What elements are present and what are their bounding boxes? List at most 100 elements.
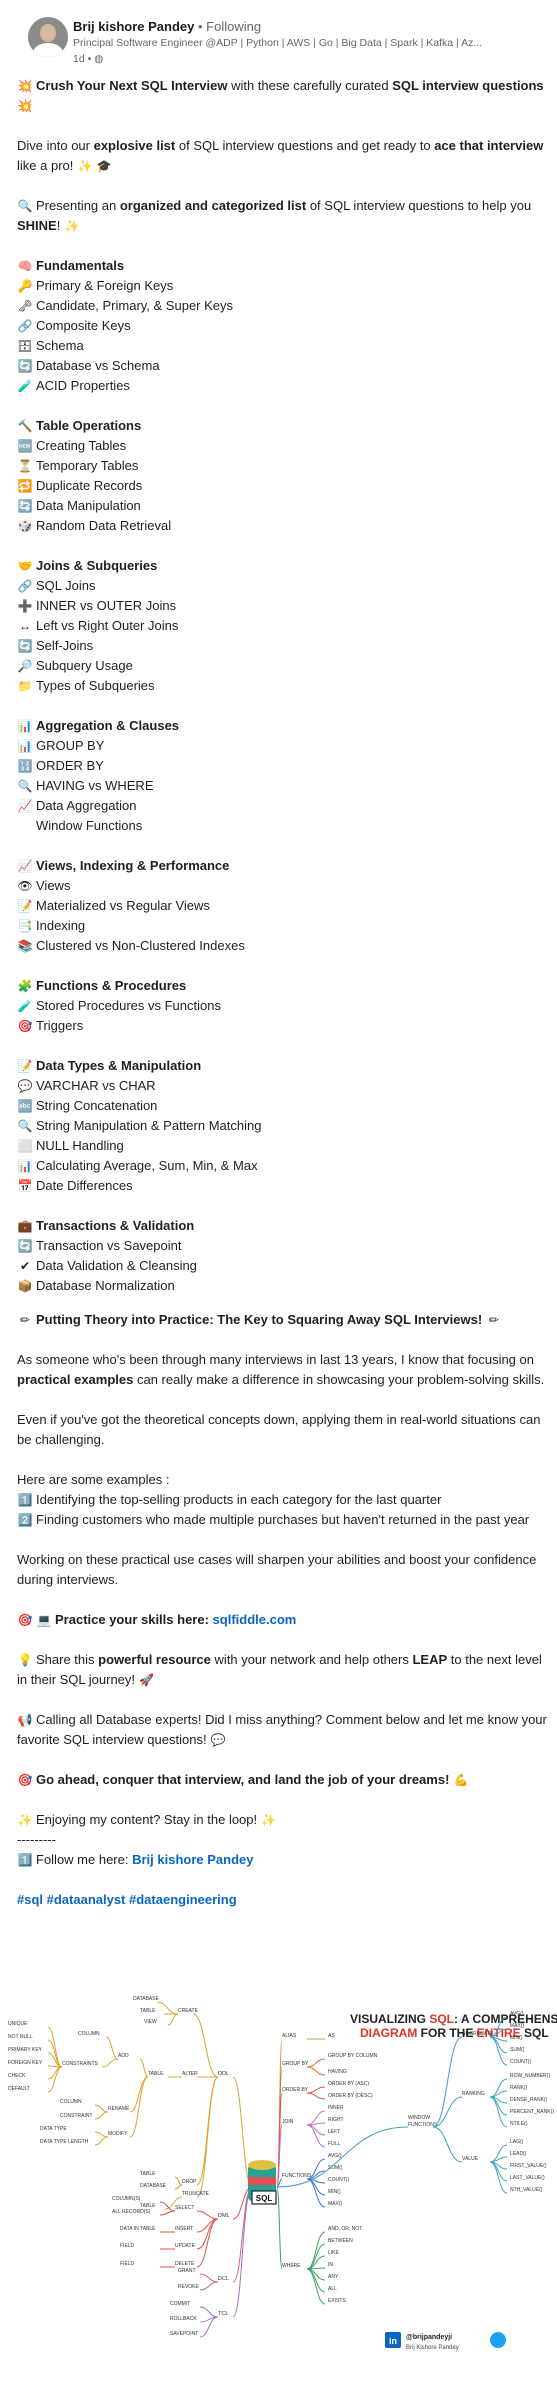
node-right-child: INNER — [328, 2105, 344, 2111]
branch-line — [156, 2001, 179, 2015]
node-drop-child: DATABASE — [140, 2183, 167, 2189]
section-item: 🧪 Stored Procedures vs Functions — [17, 996, 547, 1016]
node-right: GROUP BY — [282, 2061, 309, 2067]
node-dml-child: FIELD — [120, 2243, 135, 2249]
node-right-child: LEFT — [328, 2129, 340, 2135]
node-constraint-type: NOT NULL — [8, 2034, 33, 2040]
node-constraint-type: CHECK — [8, 2073, 26, 2079]
item-icon: 🧪 — [17, 379, 33, 393]
item-icon: 🔤 — [17, 1099, 33, 1113]
author-name[interactable]: Brij kishore Pandey • Following — [73, 19, 261, 34]
keycap-one-icon: 1️⃣ — [17, 1853, 33, 1867]
section-item: 📑 Indexing — [17, 916, 547, 936]
node-select-child: COLUMN(S) — [112, 2196, 141, 2202]
node-add: ADD — [118, 2053, 129, 2059]
explosion-icon: 💥 — [17, 79, 33, 93]
hashtags[interactable]: #sql #dataanalyst #dataengineering — [17, 1890, 547, 1910]
item-icon: 📊 — [17, 739, 33, 753]
section-icon: 📊 — [17, 719, 33, 733]
branch-line — [306, 2086, 326, 2094]
author-profile-link[interactable]: Brij kishore Pandey — [132, 1852, 253, 1867]
branch-line — [105, 2036, 119, 2060]
handle-name: Brij Kishore Pandey — [406, 2345, 459, 2351]
section-item: 📝 Materialized vs Regular Views — [17, 896, 547, 916]
branch-line — [306, 2124, 326, 2148]
section-item: 🔗 SQL Joins — [17, 576, 547, 596]
post-time-text: 1d • — [73, 53, 92, 65]
avatar-body — [33, 43, 63, 57]
item-icon: 📅 — [17, 1179, 33, 1193]
section-item: 📊 GROUP BY — [17, 736, 547, 756]
section-item: ⬜ NULL Handling — [17, 1136, 547, 1156]
section-item: 🔄 Data Manipulation — [17, 496, 547, 516]
item-icon: 🧪 — [17, 999, 33, 1013]
follow-line: 1️⃣ Follow me here: Brij kishore Pandey — [17, 1850, 547, 1870]
section-item: 📦 Database Normalization — [17, 1276, 547, 1296]
intro-present: 🔍 Presenting an organized and categorized… — [17, 196, 547, 236]
section-item: 📅 Date Differences — [17, 1176, 547, 1196]
node-right-child: RIGHT — [328, 2117, 344, 2123]
node-constraint-type: FOREIGN KEY — [8, 2060, 43, 2066]
item-icon: 🔎 — [17, 659, 33, 673]
node-create-child: TABLE — [140, 2008, 156, 2014]
section-icon: 🧩 — [17, 979, 33, 993]
linkedin-icon-text: in — [389, 2336, 397, 2346]
node-window-child: NTH_VALUE() — [510, 2187, 543, 2193]
section-item: 🔍 HAVING vs WHERE — [17, 776, 547, 796]
node-right-child: AS — [328, 2033, 335, 2039]
item-icon: 📁 — [17, 679, 33, 693]
item-icon: 🔄 — [17, 1239, 33, 1253]
node-right-child: HAVING — [328, 2069, 347, 2075]
section-heading: 📝 Data Types & Manipulation — [17, 1056, 547, 1076]
author-headline: Principal Software Engineer @ADP | Pytho… — [73, 37, 483, 49]
section-item: 📁 Types of Subqueries — [17, 676, 547, 696]
intro-dive: Dive into our explosive list of SQL inte… — [17, 136, 547, 176]
node-create: CREATE — [178, 2008, 199, 2014]
node-right: ORDER BY — [282, 2087, 309, 2093]
node-dml-child: DATA IN TABLE — [120, 2226, 156, 2232]
keycap-two-icon: 2️⃣ — [17, 1513, 33, 1527]
branch-line — [167, 2013, 179, 2026]
speech-bubble-icon: 💬 — [210, 1733, 226, 1747]
item-icon: ⬜ — [17, 1139, 33, 1153]
node-window-group: VALUE — [462, 2156, 479, 2162]
practice-heading: ✏ Putting Theory into Practice: The Key t… — [17, 1310, 547, 1330]
item-icon: 🎯 — [17, 1019, 33, 1033]
node-constraint-type: UNIQUE — [8, 2021, 28, 2027]
item-icon: 👁 — [17, 879, 33, 893]
node-dcl-child: REVOKE — [178, 2284, 200, 2290]
enjoy-text: ✨ Enjoying my content? Stay in the loop! … — [17, 1810, 547, 1830]
node-modify-child: DATA TYPE LENGTH — [40, 2139, 89, 2145]
megaphone-icon: 📢 — [17, 1713, 33, 1727]
sqlfiddle-link[interactable]: sqlfiddle.com — [213, 1612, 297, 1627]
intro-crush: 💥 Crush Your Next SQL Interview with thes… — [17, 76, 547, 116]
section-heading: 🔨 Table Operations — [17, 416, 547, 436]
node-right-child: ALL — [328, 2286, 337, 2292]
branch-line — [232, 2186, 253, 2283]
node-right-child: AND, OR, NOT — [328, 2226, 362, 2232]
author-name-text[interactable]: Brij kishore Pandey — [73, 19, 194, 34]
branch-line — [101, 2058, 119, 2068]
section-item: 🔢 ORDER BY — [17, 756, 547, 776]
practice-p1: As someone who's been through many inter… — [17, 1352, 545, 1387]
item-icon: 🔍 — [17, 1119, 33, 1133]
section-item: 🗝 Candidate, Primary, & Super Keys — [17, 296, 547, 316]
node-right: FUNCTIONS — [282, 2173, 312, 2179]
sql-diagram-image[interactable]: VISUALIZING SQL: A COMPREHENSIVEDIAGRAM … — [0, 1987, 557, 2387]
laptop-icon: 💻 — [36, 1613, 52, 1627]
item-icon: 🗝 — [17, 299, 33, 313]
sparkle-icon: ✨ — [17, 1813, 33, 1827]
item-icon: 🆕 — [17, 439, 33, 453]
branch-line — [159, 2210, 176, 2216]
branch-line — [199, 2273, 219, 2283]
practice-skills: 🎯 💻 Practice your skills here: sqlfiddle.c… — [17, 1610, 547, 1630]
node-right-child: BETWEEN — [328, 2238, 353, 2244]
section-item: 🗄 Schema — [17, 336, 547, 356]
section-item: ⏳ Temporary Tables — [17, 456, 547, 476]
avatar[interactable] — [28, 17, 68, 57]
section-heading: 🤝 Joins & Subqueries — [17, 556, 547, 576]
node-right-child: MAX() — [328, 2201, 343, 2207]
section-item: 🔄 Database vs Schema — [17, 356, 547, 376]
section-item: 🔎 Subquery Usage — [17, 656, 547, 676]
section-item: 🔁 Duplicate Records — [17, 476, 547, 496]
